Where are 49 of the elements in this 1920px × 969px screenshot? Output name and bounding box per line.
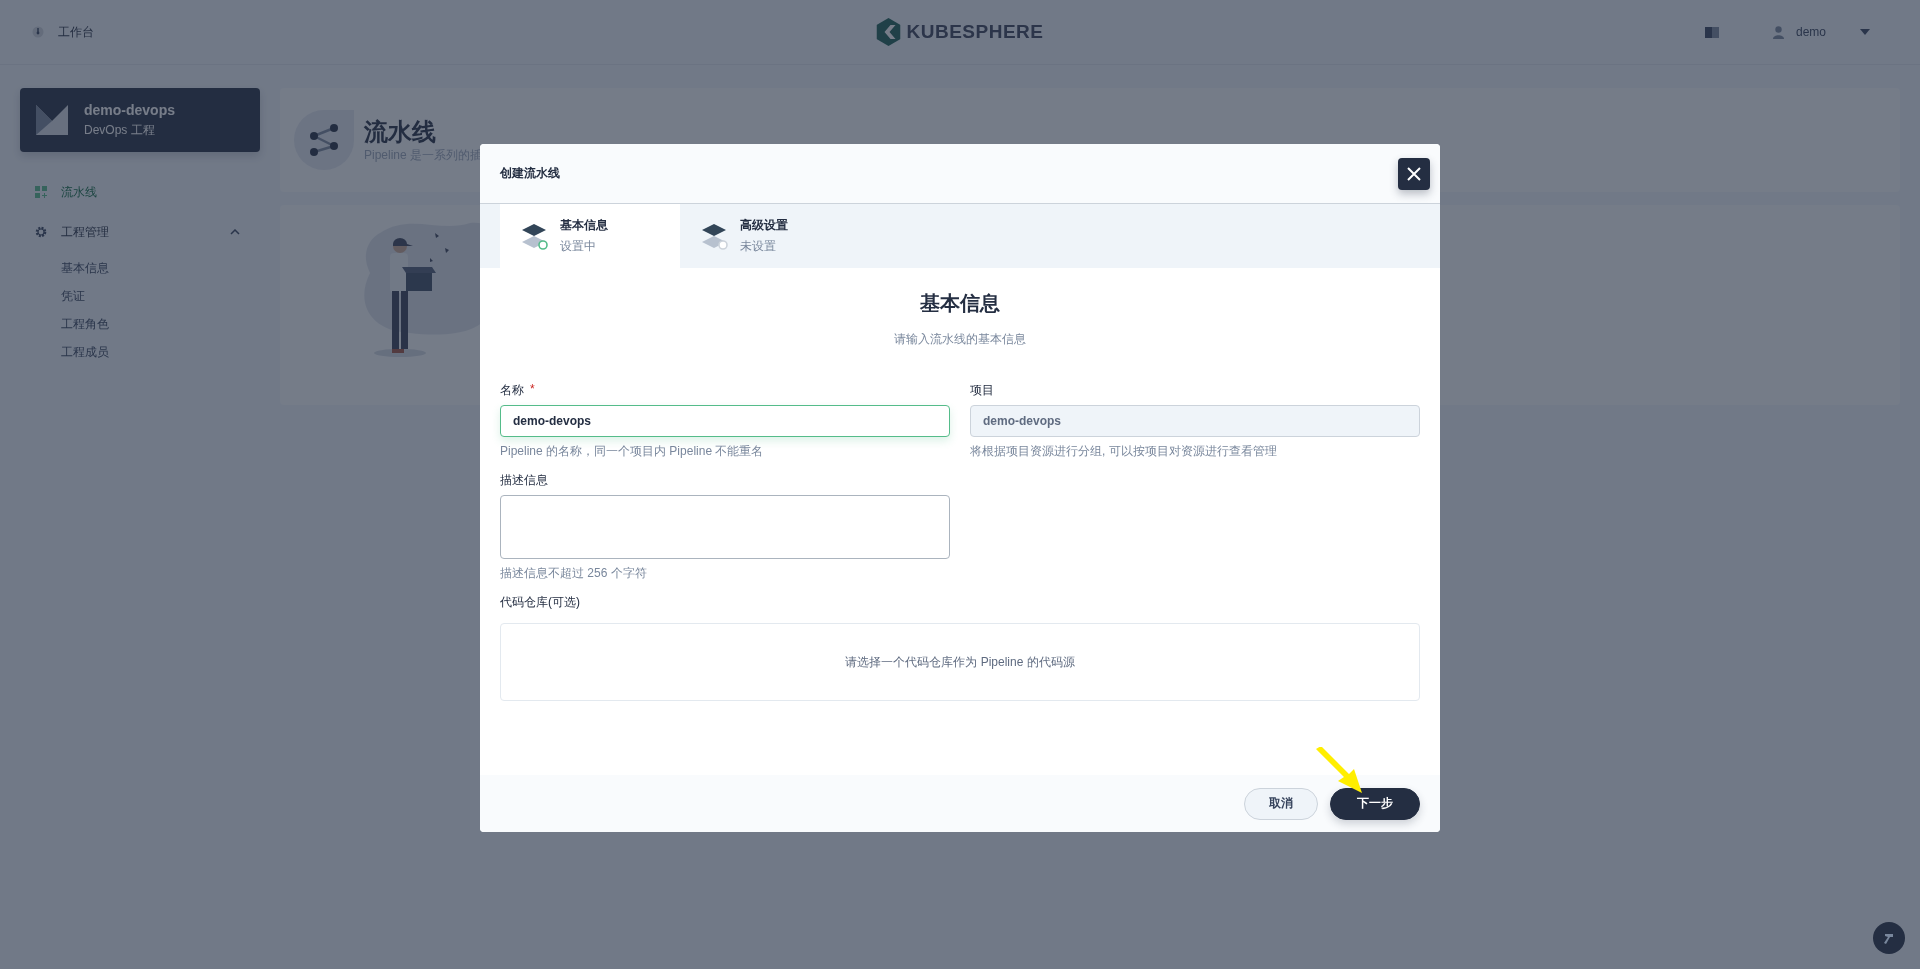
field-label: 项目 [970, 382, 994, 399]
description-field[interactable] [500, 495, 950, 559]
settings-icon [35, 226, 47, 238]
book-icon[interactable] [1704, 26, 1719, 38]
share-nodes-icon [294, 110, 354, 170]
dialog-title: 创建流水线 [500, 165, 560, 182]
dashboard-icon [32, 26, 44, 38]
hammer-icon [1882, 931, 1896, 945]
project-type: DevOps 工程 [84, 121, 156, 139]
step-status: 未设置 [740, 238, 777, 255]
step-tab[interactable]: 高级设置 未设置 [680, 204, 860, 268]
field-hint: 描述信息不超过 256 个字符 [500, 565, 648, 582]
required-asterisk: * [530, 382, 535, 398]
layers-icon [520, 222, 548, 250]
step-title: 高级设置 [740, 217, 788, 234]
field-label: 名称 [500, 382, 524, 399]
layers-icon [700, 222, 728, 250]
field-label: 描述信息 [500, 472, 548, 489]
step-status: 设置中 [560, 238, 597, 255]
nav-subitem[interactable]: 工程成员 [35, 344, 109, 360]
logo[interactable]: KUBESPHERE [876, 18, 1044, 46]
tools-button[interactable] [1873, 922, 1905, 954]
field-label: 代码仓库(可选) [500, 594, 580, 611]
repository-selector[interactable]: 请选择一个代码仓库作为 Pipeline 的代码源 [500, 623, 1420, 701]
nav-subitem[interactable]: 工程角色 [35, 316, 109, 332]
user-icon [1772, 25, 1784, 39]
step-title: 基本信息 [560, 217, 608, 234]
step-tab[interactable]: 基本信息 设置中 [500, 204, 680, 268]
close-button[interactable] [1398, 158, 1430, 190]
project-name: demo-devops [84, 101, 175, 118]
field-hint: 将根据项目资源进行分组, 可以按项目对资源进行查看管理 [970, 443, 1278, 460]
project-logo-icon [36, 105, 68, 135]
section-heading: 基本信息 [920, 291, 1000, 316]
nav-subitem[interactable]: 基本信息 [35, 260, 109, 276]
close-icon [1407, 167, 1421, 181]
section-subheading: 请输入流水线的基本信息 [894, 331, 1026, 348]
field-hint: Pipeline 的名称，同一个项目内 Pipeline 不能重名 [500, 443, 765, 460]
input-field[interactable]: demo-devops [500, 405, 950, 437]
nav-item[interactable]: 流水线 [35, 180, 260, 204]
user-menu[interactable]: demo [1772, 25, 1870, 39]
pipeline-grid-icon [35, 186, 47, 198]
chevron-icon [230, 229, 240, 235]
next-button[interactable]: 下一步 [1330, 787, 1420, 820]
cancel-button[interactable]: 取消 [1244, 787, 1318, 820]
nav-group[interactable]: 工程管理 [35, 220, 260, 244]
nav-subitem[interactable]: 凭证 [35, 288, 85, 304]
workbench-link[interactable]: 工作台 [32, 23, 94, 41]
page-title: 流水线 [364, 116, 437, 147]
caret-icon [1860, 29, 1870, 35]
